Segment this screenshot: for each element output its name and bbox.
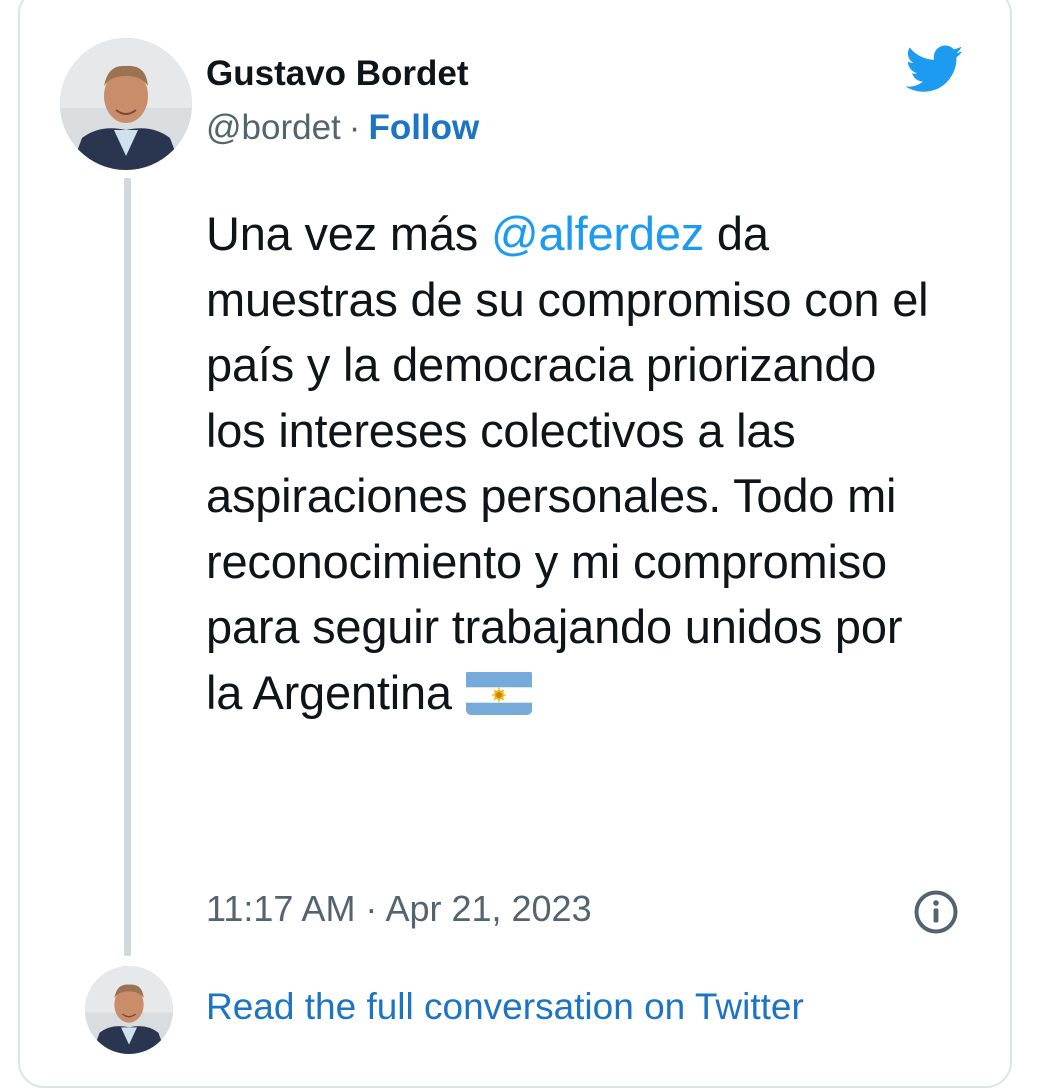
handle-row: @bordet · Follow [206,108,479,148]
author-handle[interactable]: @bordet [206,108,341,147]
follow-button[interactable]: Follow [368,108,479,147]
author-avatar-small[interactable] [85,966,173,1054]
avatar-photo-small [85,966,173,1054]
argentina-flag-icon [465,669,532,716]
author-avatar[interactable] [60,38,192,170]
read-conversation-link[interactable]: Read the full conversation on Twitter [206,986,804,1028]
twitter-bird-icon[interactable] [902,40,968,98]
tweet-text: Una vez más @alferdez da muestras de su … [206,201,936,725]
tweet-timestamp[interactable]: 11:17 AM · Apr 21, 2023 [206,888,592,930]
tweet-text-start: Una vez más [206,207,491,260]
handle-separator: · [348,108,361,147]
info-icon[interactable] [913,889,959,935]
avatar-photo [60,38,192,170]
author-name[interactable]: Gustavo Bordet [206,54,469,94]
thread-line [124,178,131,956]
mention-link[interactable]: @alferdez [491,207,704,260]
tweet-text-rest: da muestras de su compromiso con el país… [206,207,929,719]
